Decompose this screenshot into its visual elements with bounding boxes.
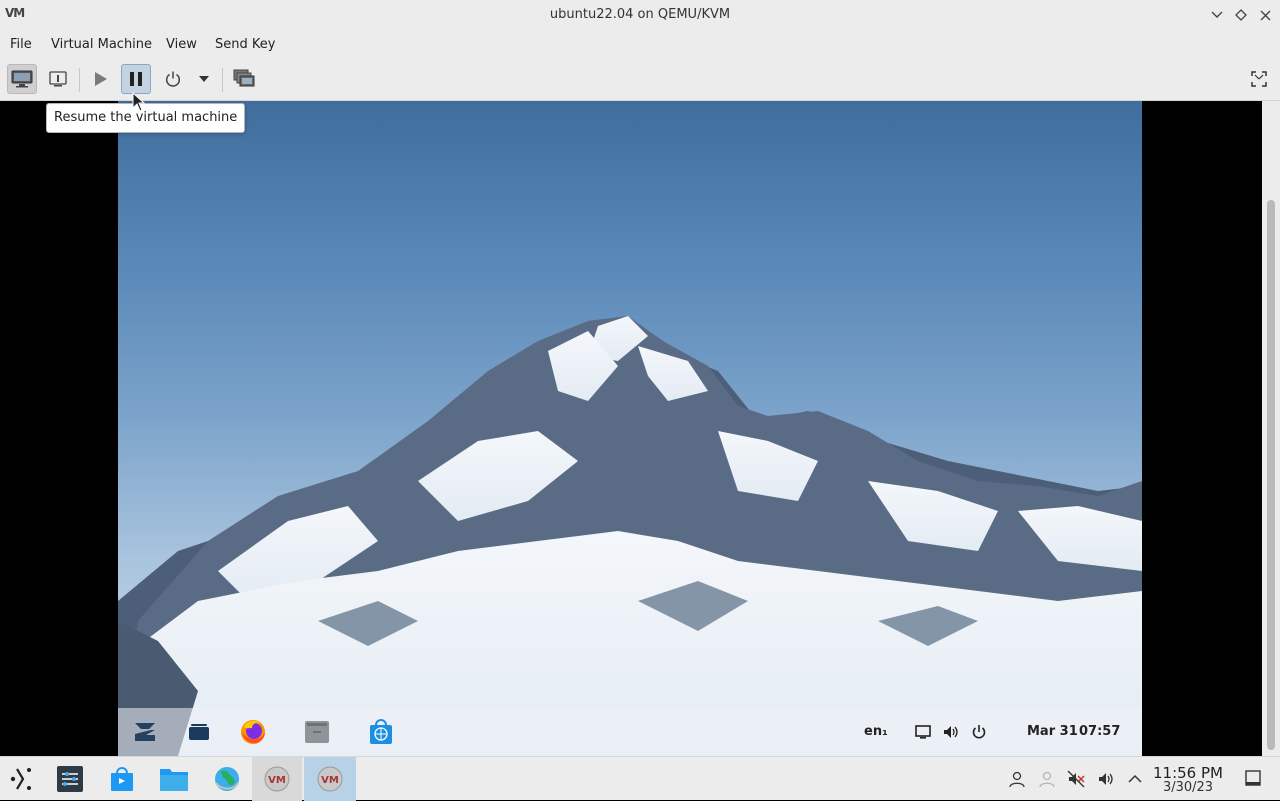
keyboard-layout-indicator[interactable]: en₁ — [864, 724, 888, 739]
toolbar-separator — [222, 68, 223, 92]
power-icon — [165, 71, 181, 87]
application-launcher-icon[interactable] — [4, 761, 40, 797]
fullscreen-icon — [1251, 71, 1267, 87]
shutdown-menu-button[interactable] — [191, 64, 217, 94]
mountain-wallpaper — [118, 316, 1142, 756]
microphone-muted-icon[interactable] — [1067, 770, 1085, 788]
menu-file[interactable]: File — [10, 37, 32, 52]
show-desktop-icon[interactable] — [1244, 769, 1262, 787]
guest-date[interactable]: Mar 31 — [1027, 724, 1078, 739]
vm-task-label: VM — [321, 775, 339, 786]
guest-desktop[interactable]: en₁ Mar 31 07:57 — [118, 101, 1142, 756]
mouse-pointer-icon — [132, 92, 146, 112]
run-button[interactable] — [85, 64, 115, 94]
menu-virtual-machine[interactable]: Virtual Machine — [51, 37, 152, 52]
snapshots-icon — [233, 69, 255, 87]
file-manager-icon[interactable] — [156, 761, 192, 797]
menu-send-key[interactable]: Send Key — [215, 37, 275, 52]
power-menu-icon[interactable] — [970, 723, 988, 741]
pause-icon — [130, 72, 142, 86]
user-switch-icon[interactable] — [1038, 770, 1056, 788]
maximize-button[interactable] — [1230, 4, 1252, 26]
host-taskbar: VM VM 11:56 PM 3/30/23 — [0, 756, 1280, 801]
toolbar — [0, 58, 1280, 101]
dropdown-arrow-icon — [199, 76, 209, 82]
discover-store-icon[interactable] — [104, 761, 140, 797]
clock-date[interactable]: 3/30/23 — [1150, 780, 1226, 795]
pause-button[interactable] — [121, 64, 151, 94]
virt-manager-console-task-icon[interactable]: VM — [304, 757, 356, 801]
files-icon[interactable] — [303, 718, 331, 746]
software-store-icon[interactable] — [367, 718, 395, 746]
scrollbar-thumb[interactable] — [1267, 200, 1275, 750]
info-icon — [49, 71, 67, 87]
web-browser-icon[interactable] — [209, 761, 245, 797]
user-icon[interactable] — [1008, 770, 1026, 788]
window-title: ubuntu22.04 on QEMU/KVM — [549, 7, 731, 22]
toolbar-separator — [79, 68, 80, 92]
menu-bar: File Virtual Machine View Send Key — [0, 30, 1280, 58]
console-button[interactable] — [7, 64, 37, 94]
window-switcher-icon[interactable] — [185, 718, 213, 746]
monitor-icon — [11, 70, 33, 88]
virt-manager-task-icon[interactable]: VM — [252, 757, 302, 801]
show-hidden-icons-icon[interactable] — [1126, 770, 1144, 788]
snapshots-button[interactable] — [229, 64, 259, 94]
screen-icon[interactable] — [914, 723, 932, 741]
zorin-menu-icon[interactable] — [131, 718, 159, 746]
minimize-button[interactable] — [1206, 4, 1228, 26]
shutdown-button[interactable] — [158, 64, 188, 94]
system-settings-icon[interactable] — [52, 761, 88, 797]
vm-task-label: VM — [268, 775, 286, 786]
fullscreen-button[interactable] — [1244, 64, 1274, 94]
title-bar: VM ubuntu22.04 on QEMU/KVM — [0, 0, 1280, 30]
close-button[interactable] — [1254, 4, 1276, 26]
guest-time[interactable]: 07:57 — [1079, 724, 1120, 739]
details-button[interactable] — [43, 64, 73, 94]
volume-icon[interactable] — [1097, 770, 1115, 788]
firefox-icon[interactable] — [239, 718, 267, 746]
play-icon — [95, 72, 107, 86]
guest-taskbar: en₁ Mar 31 07:57 — [118, 708, 1142, 756]
menu-view[interactable]: View — [166, 37, 197, 52]
volume-icon[interactable] — [942, 723, 960, 741]
